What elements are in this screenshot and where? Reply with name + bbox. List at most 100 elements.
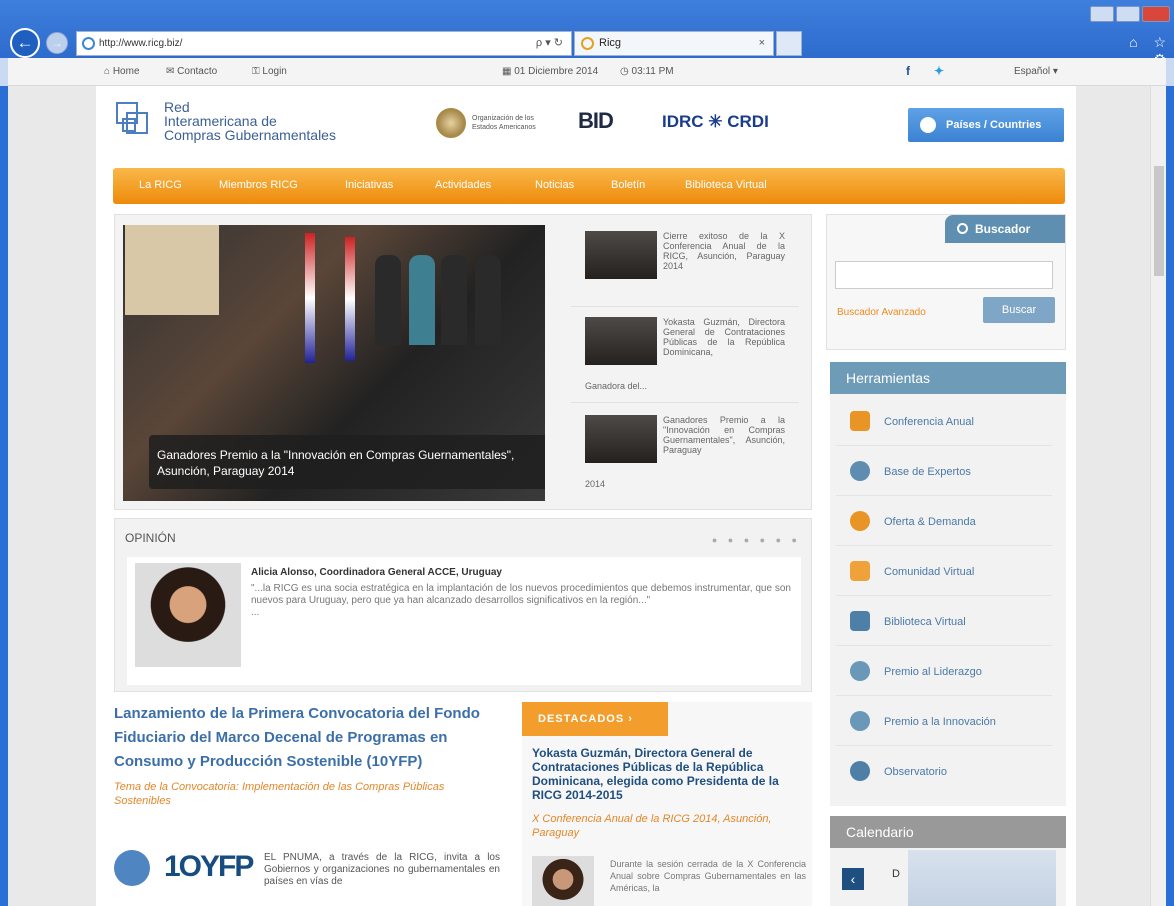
oea-seal-icon [436, 108, 466, 138]
time-display: ◷ 03:11 PM [620, 66, 674, 77]
tab-close-button[interactable]: × [759, 32, 765, 55]
menu-item-boletin[interactable]: Boletín [611, 179, 645, 191]
menu-item-la-ricg[interactable]: La RICG [139, 179, 182, 191]
opinion-panel: OPINIÓN ● ● ● ● ● ● Alicia Alonso, Coord… [114, 518, 812, 692]
tool-expertos[interactable]: Base de Expertos [836, 448, 1052, 496]
highlights-tab[interactable]: DESTACADOS › [522, 702, 668, 736]
vertical-scrollbar[interactable] [1150, 86, 1166, 906]
menu-item-iniciativas[interactable]: Iniciativas [345, 179, 393, 191]
twitter-icon[interactable]: ✦ [934, 64, 944, 78]
close-button[interactable] [1142, 6, 1170, 22]
favicon-icon [581, 37, 594, 50]
medal-icon [850, 661, 870, 681]
menu-item-miembros[interactable]: Miembros RICG [219, 179, 298, 191]
ricg-logo-icon [116, 102, 154, 142]
expert-icon [850, 461, 870, 481]
oea-logo[interactable]: Organización de los Estados Americanos [436, 108, 556, 138]
menu-item-actividades[interactable]: Actividades [435, 179, 491, 191]
logo-line-2: Interamericana de [164, 113, 277, 129]
featured-article: Lanzamiento de la Primera Convocatoria d… [114, 702, 504, 906]
tab-ricg[interactable]: Ricg × [574, 31, 774, 56]
tool-innovacion[interactable]: Premio a la Innovación [836, 698, 1052, 746]
login-label: Login [262, 66, 287, 77]
new-tab-button[interactable] [776, 31, 802, 56]
tool-label: Oferta & Demanda [884, 516, 976, 528]
hero-image[interactable]: Ganadores Premio a la "Innovación en Com… [123, 225, 545, 501]
menu-item-biblioteca[interactable]: Biblioteca Virtual [685, 179, 767, 191]
maximize-button[interactable] [1116, 6, 1140, 22]
scrollbar-thumb[interactable] [1154, 166, 1164, 276]
tool-oferta[interactable]: Oferta & Demanda [836, 498, 1052, 546]
address-tools[interactable]: ρ ▾ ↻ [536, 32, 563, 55]
window-controls [1088, 6, 1170, 24]
article-body: EL PNUMA, a través de la RICG, invita a … [264, 852, 500, 887]
address-bar[interactable]: http://www.ricg.biz/ ρ ▾ ↻ [76, 31, 572, 56]
person-figure [375, 255, 401, 345]
tool-comunidad[interactable]: Comunidad Virtual [836, 548, 1052, 596]
un-logo-icon [114, 850, 150, 886]
news-text-tail: Ganadora del... [585, 381, 648, 391]
eye-icon [850, 761, 870, 781]
highlight-title[interactable]: Yokasta Guzmán, Directora General de Con… [532, 746, 808, 802]
news-text-tail: 2014 [585, 479, 606, 489]
language-select[interactable]: Español ▾ [1014, 66, 1058, 77]
browser-window: ← → http://www.ricg.biz/ ρ ▾ ↻ Ricg × ⌂ … [0, 0, 1174, 906]
tools-panel: Herramientas Conferencia Anual Base de E… [830, 362, 1066, 806]
news-item[interactable]: Ganadores Premio a la "Innovación en Com… [571, 409, 799, 493]
forward-button[interactable]: → [46, 32, 68, 54]
news-item[interactable]: Cierre exitoso de la X Conferencia Anual… [571, 225, 799, 307]
news-item[interactable]: Yokasta Guzmán, Directora General de Con… [571, 311, 799, 403]
command-bar: ⌂ Home ✉ Contacto ⚿ Login ▦ 01 Diciembre… [8, 58, 1166, 86]
globe-icon [920, 117, 936, 133]
advanced-search-link[interactable]: Buscador Avanzado [837, 307, 926, 318]
bid-logo[interactable]: BID [578, 108, 614, 134]
ricg-logo[interactable]: Red Interamericana de Compras Gubernamen… [116, 100, 396, 148]
tool-observatorio[interactable]: Observatorio [836, 748, 1052, 796]
yfp-logo: 1OYFP [164, 850, 254, 883]
article-title[interactable]: Lanzamiento de la Primera Convocatoria d… [114, 702, 484, 774]
person-figure [475, 255, 501, 345]
opinion-quote: "...la RICG es una socia estratégica en … [251, 583, 791, 619]
author-photo [135, 563, 241, 667]
language-label: Español [1014, 66, 1051, 77]
oea-text: Organización de los Estados Americanos [472, 114, 536, 132]
contact-link[interactable]: ✉ Contacto [166, 66, 217, 77]
news-text: Ganadores Premio a la "Innovación en Com… [663, 415, 785, 455]
search-input[interactable] [835, 261, 1053, 289]
home-label: Home [112, 66, 140, 77]
search-button[interactable]: Buscar [983, 297, 1055, 323]
tool-label: Premio al Liderazgo [884, 666, 982, 678]
minimize-button[interactable] [1090, 6, 1114, 22]
oea-line-2: Estados Americanos [472, 124, 536, 131]
search-panel: Buscador Buscador Avanzado Buscar [826, 214, 1066, 350]
highlights-panel: DESTACADOS › Yokasta Guzmán, Directora G… [522, 702, 812, 906]
tool-label: Observatorio [884, 766, 947, 778]
tool-label: Conferencia Anual [884, 416, 974, 428]
facebook-icon[interactable]: f [906, 64, 910, 78]
opinion-author: Alicia Alonso, Coordinadora General ACCE… [251, 567, 502, 578]
opinion-more[interactable]: ... [251, 607, 259, 618]
menu-item-noticias[interactable]: Noticias [535, 179, 574, 191]
login-link[interactable]: ⚿ Login [252, 66, 287, 77]
address-url: http://www.ricg.biz/ [99, 38, 183, 49]
tool-liderazgo[interactable]: Premio al Liderazgo [836, 648, 1052, 696]
clipboard-icon [850, 411, 870, 431]
countries-label: Países / Countries [946, 119, 1042, 131]
flag-image [345, 237, 355, 361]
hero-caption[interactable]: Ganadores Premio a la "Innovación en Com… [149, 435, 545, 489]
tool-biblioteca[interactable]: Biblioteca Virtual [836, 598, 1052, 646]
tool-conferencia[interactable]: Conferencia Anual [836, 398, 1052, 446]
back-button[interactable]: ← [10, 28, 40, 58]
medal-icon [850, 711, 870, 731]
home-link[interactable]: ⌂ Home [104, 66, 140, 77]
search-icon [957, 223, 968, 234]
calendar-prev-button[interactable]: ‹ [842, 868, 864, 890]
overlay-panel [908, 850, 1056, 906]
calendar-day-initial: D [892, 868, 900, 880]
person-figure [409, 255, 435, 345]
countries-button[interactable]: Países / Countries [908, 108, 1064, 142]
idrc-logo[interactable]: IDRC ✳ CRDI [662, 112, 769, 132]
opinion-quote-text: "...la RICG es una socia estratégica en … [251, 583, 791, 606]
opinion-pager[interactable]: ● ● ● ● ● ● [712, 535, 801, 545]
ricg-page: Red Interamericana de Compras Gubernamen… [96, 86, 1076, 906]
